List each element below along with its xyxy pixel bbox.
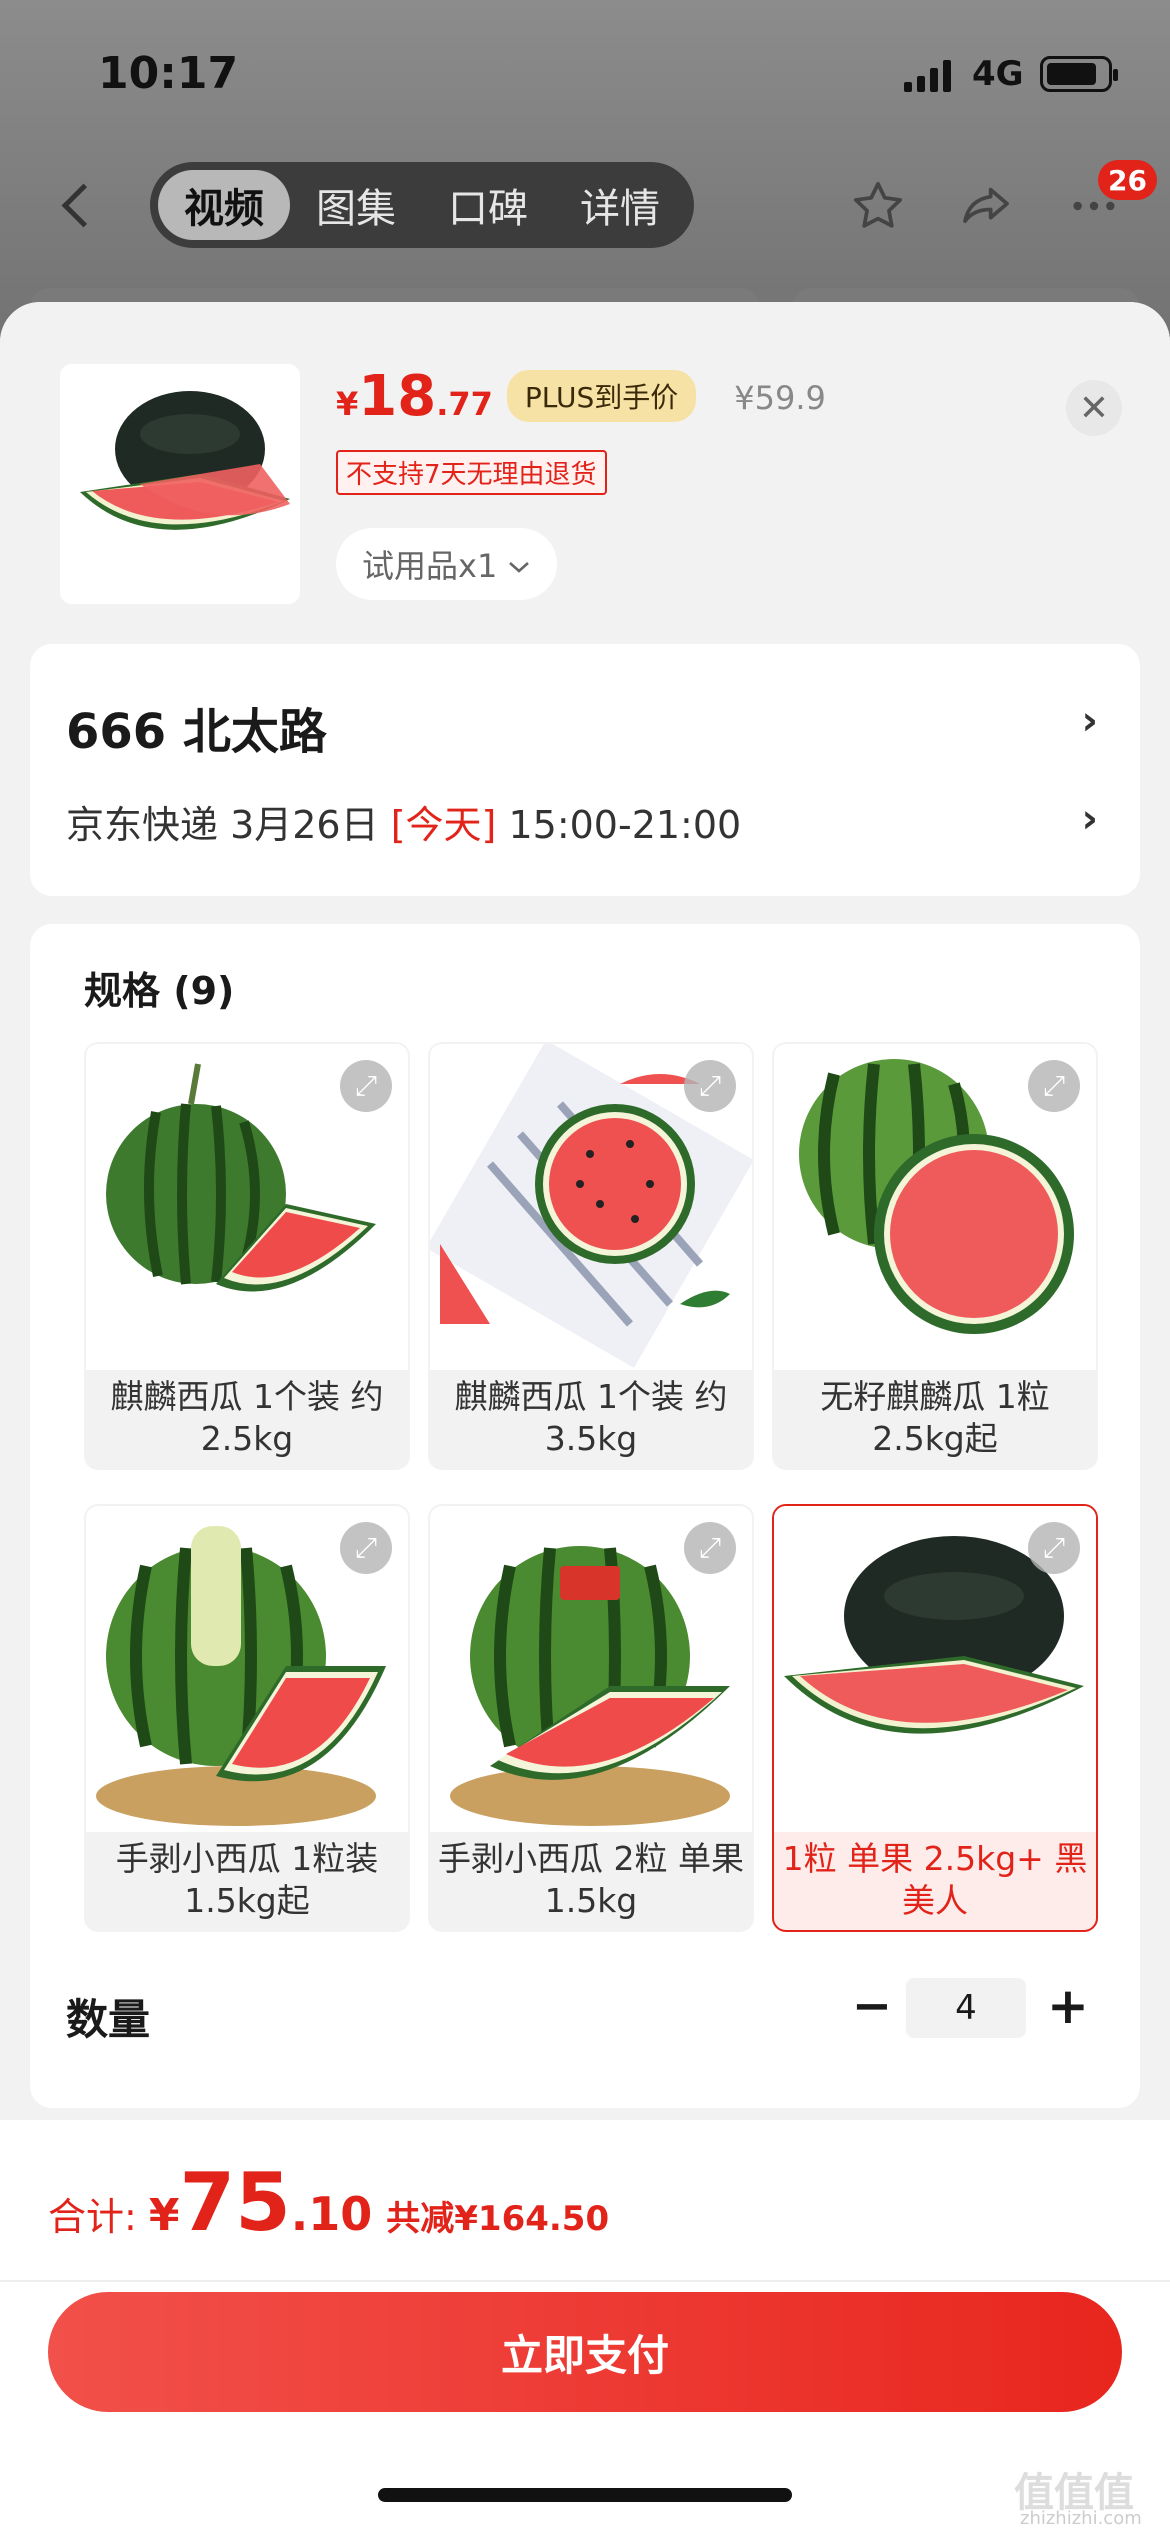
share-icon[interactable] [956,178,1016,234]
spec-label: 手剥小西瓜 1粒装 1.5kg起 [115,1839,379,1920]
chevron-down-icon [507,545,531,583]
back-icon[interactable] [58,180,98,228]
sku-selection-sheet: ¥18.77 PLUS到手价 ¥59.9 不支持7天无理由退货 试用品x1 ✕ … [0,302,1170,2532]
signal-icon [904,58,952,92]
watermark-url: zhizhizhi.com [1020,2508,1142,2529]
spec-card: 规格 (9) ⤢ 麒麟西瓜 1个装 约2.5kg ⤢ 麒麟西瓜 1个装 约3.5… [30,924,1140,2108]
expand-icon[interactable]: ⤢ [340,1522,392,1574]
address-line[interactable]: 666 北太路 [66,692,327,762]
total-savings: 共减¥164.50 [386,2199,610,2239]
spec-option-selected[interactable]: ⤢ 1粒 单果 2.5kg+ 黑美人 [772,1504,1098,1932]
spec-label: 麒麟西瓜 1个装 约2.5kg [110,1377,384,1458]
total-decimal: .10 [290,2187,373,2241]
quantity-label: 数量 [66,1995,151,2044]
total-currency: ¥ [148,2190,180,2241]
sale-price: ¥18.77 [336,364,493,429]
star-icon[interactable] [848,178,908,234]
tab-details[interactable]: 详情 [554,170,686,240]
quantity-decrement-button[interactable]: − [844,1978,900,2034]
spec-option[interactable]: ⤢ 麒麟西瓜 1个装 约2.5kg [84,1042,410,1470]
close-icon: ✕ [1078,387,1110,429]
spec-label: 手剥小西瓜 2粒 单果1.5kg [438,1839,744,1920]
expand-icon[interactable]: ⤢ [1028,1522,1080,1574]
status-time: 10:17 [98,48,239,99]
home-indicator[interactable] [378,2488,792,2502]
tab-reviews[interactable]: 口碑 [422,170,554,240]
status-bar: 10:17 4G [0,0,1170,140]
spec-option[interactable]: ⤢ 手剥小西瓜 1粒装 1.5kg起 [84,1504,410,1932]
battery-icon [1040,56,1118,92]
return-policy-tag: 不支持7天无理由退货 [336,450,607,495]
spec-title: 规格 (9) [84,969,235,1013]
spec-option[interactable]: ⤢ 无籽麒麟瓜 1粒 2.5kg起 [772,1042,1098,1470]
chevron-right-icon[interactable]: › [1082,796,1098,842]
close-button[interactable]: ✕ [1066,380,1122,436]
spec-label: 1粒 单果 2.5kg+ 黑美人 [782,1839,1088,1920]
trial-label: 试用品x1 [362,547,498,585]
product-summary: ¥18.77 PLUS到手价 ¥59.9 不支持7天无理由退货 试用品x1 ✕ [0,302,1170,642]
trial-selector[interactable]: 试用品x1 [336,528,558,600]
spec-option[interactable]: ⤢ 手剥小西瓜 2粒 单果1.5kg [428,1504,754,1932]
checkout-footer: 合计: ¥ 75 .10 共减¥164.50 立即支付 值值值 zhizhizh… [0,2120,1170,2532]
spec-option[interactable]: ⤢ 麒麟西瓜 1个装 约3.5kg [428,1042,754,1470]
product-thumbnail [60,364,300,604]
quantity-increment-button[interactable]: + [1040,1978,1096,2034]
price-row: ¥18.77 PLUS到手价 ¥59.9 [336,364,826,430]
order-total: 合计: ¥ 75 .10 共减¥164.50 [48,2156,609,2249]
spec-label: 无籽麒麟瓜 1粒 2.5kg起 [820,1377,1050,1458]
delivery-info[interactable]: 京东快递 3月26日 [今天] 15:00-21:00 [66,794,741,849]
network-label: 4G [972,54,1024,94]
chevron-right-icon[interactable]: › [1082,698,1098,744]
media-tabs: 视频 图集 口碑 详情 [150,162,694,248]
quantity-input[interactable]: 4 [906,1978,1026,2038]
expand-icon[interactable]: ⤢ [684,1060,736,1112]
spec-grid: ⤢ 麒麟西瓜 1个装 约2.5kg ⤢ 麒麟西瓜 1个装 约3.5kg ⤢ 无籽… [84,1042,1140,1942]
carrier-date: 京东快递 3月26日 [66,803,379,847]
pay-now-button[interactable]: 立即支付 [48,2292,1122,2412]
plus-price-tag: PLUS到手价 [506,370,697,422]
cart-count-badge: 26 [1098,160,1157,200]
tab-gallery[interactable]: 图集 [290,170,422,240]
delivery-card: 666 北太路 › 京东快递 3月26日 [今天] 15:00-21:00 › [30,644,1140,896]
divider [0,2280,1170,2282]
time-window: 15:00-21:00 [508,803,742,847]
total-amount: 75 [179,2156,291,2249]
original-price: ¥59.9 [734,379,826,417]
today-tag: [今天] [390,803,497,847]
top-nav: 视频 图集 口碑 详情 26 [0,150,1170,260]
total-label: 合计: [48,2195,137,2239]
spec-label: 麒麟西瓜 1个装 约3.5kg [454,1377,728,1458]
tab-video[interactable]: 视频 [158,170,290,240]
expand-icon[interactable]: ⤢ [1028,1060,1080,1112]
expand-icon[interactable]: ⤢ [340,1060,392,1112]
expand-icon[interactable]: ⤢ [684,1522,736,1574]
